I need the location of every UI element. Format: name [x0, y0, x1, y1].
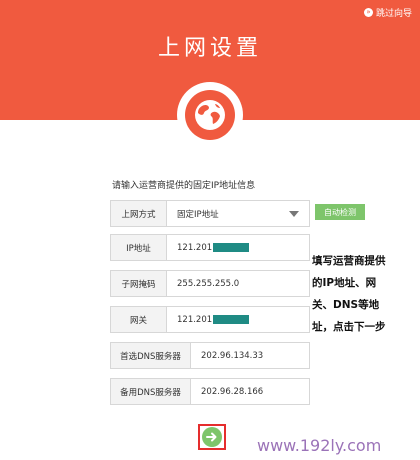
connection-type-value: 固定IP地址	[177, 209, 219, 220]
ip-address-label: IP地址	[111, 235, 167, 260]
auto-detect-button[interactable]: 自动检测	[315, 204, 365, 220]
primary-dns-value: 202.96.134.33	[201, 350, 264, 361]
ip-address-field[interactable]: IP地址 121.201	[110, 234, 310, 261]
subnet-mask-field[interactable]: 子网掩码 255.255.255.0	[110, 270, 310, 297]
arrow-right-icon	[206, 432, 217, 442]
chevron-down-icon	[289, 211, 299, 217]
secondary-dns-field[interactable]: 备用DNS服务器 202.96.28.166	[110, 378, 310, 405]
instruction-annotation: 填写运营商提供 的IP地址、网 关、DNS等地 址，点击下一步	[312, 250, 402, 338]
annotation-line: 填写运营商提供	[312, 255, 386, 267]
annotation-line: 址，点击下一步	[312, 321, 386, 333]
watermark-text: www.192ly.com	[257, 436, 382, 455]
connection-type-label: 上网方式	[111, 201, 167, 226]
primary-dns-field[interactable]: 首选DNS服务器 202.96.134.33	[110, 342, 310, 369]
secondary-dns-value: 202.96.28.166	[201, 386, 264, 397]
skip-wizard-button[interactable]: » 跳过向导	[363, 6, 412, 19]
gateway-value: 121.201	[177, 314, 213, 325]
page-title: 上网设置	[157, 36, 262, 61]
primary-dns-label: 首选DNS服务器	[111, 343, 191, 368]
gateway-field[interactable]: 网关 121.201	[110, 306, 310, 333]
next-button[interactable]	[202, 427, 222, 447]
annotation-line: 的IP地址、网	[312, 277, 377, 289]
next-button-highlight	[198, 424, 226, 450]
ip-address-value: 121.201	[177, 242, 213, 253]
subnet-mask-label: 子网掩码	[111, 271, 167, 296]
redaction-mask	[213, 315, 250, 324]
globe-icon	[177, 82, 243, 148]
gateway-label: 网关	[111, 307, 167, 332]
skip-icon: »	[363, 8, 373, 17]
skip-wizard-label: 跳过向导	[375, 9, 412, 19]
secondary-dns-label: 备用DNS服务器	[111, 379, 191, 404]
annotation-line: 关、DNS等地	[312, 299, 380, 311]
redaction-mask	[213, 243, 250, 252]
form-instruction: 请输入运营商提供的固定IP地址信息	[112, 181, 256, 191]
connection-type-select[interactable]: 上网方式 固定IP地址	[110, 200, 310, 227]
subnet-mask-value: 255.255.255.0	[177, 278, 240, 289]
